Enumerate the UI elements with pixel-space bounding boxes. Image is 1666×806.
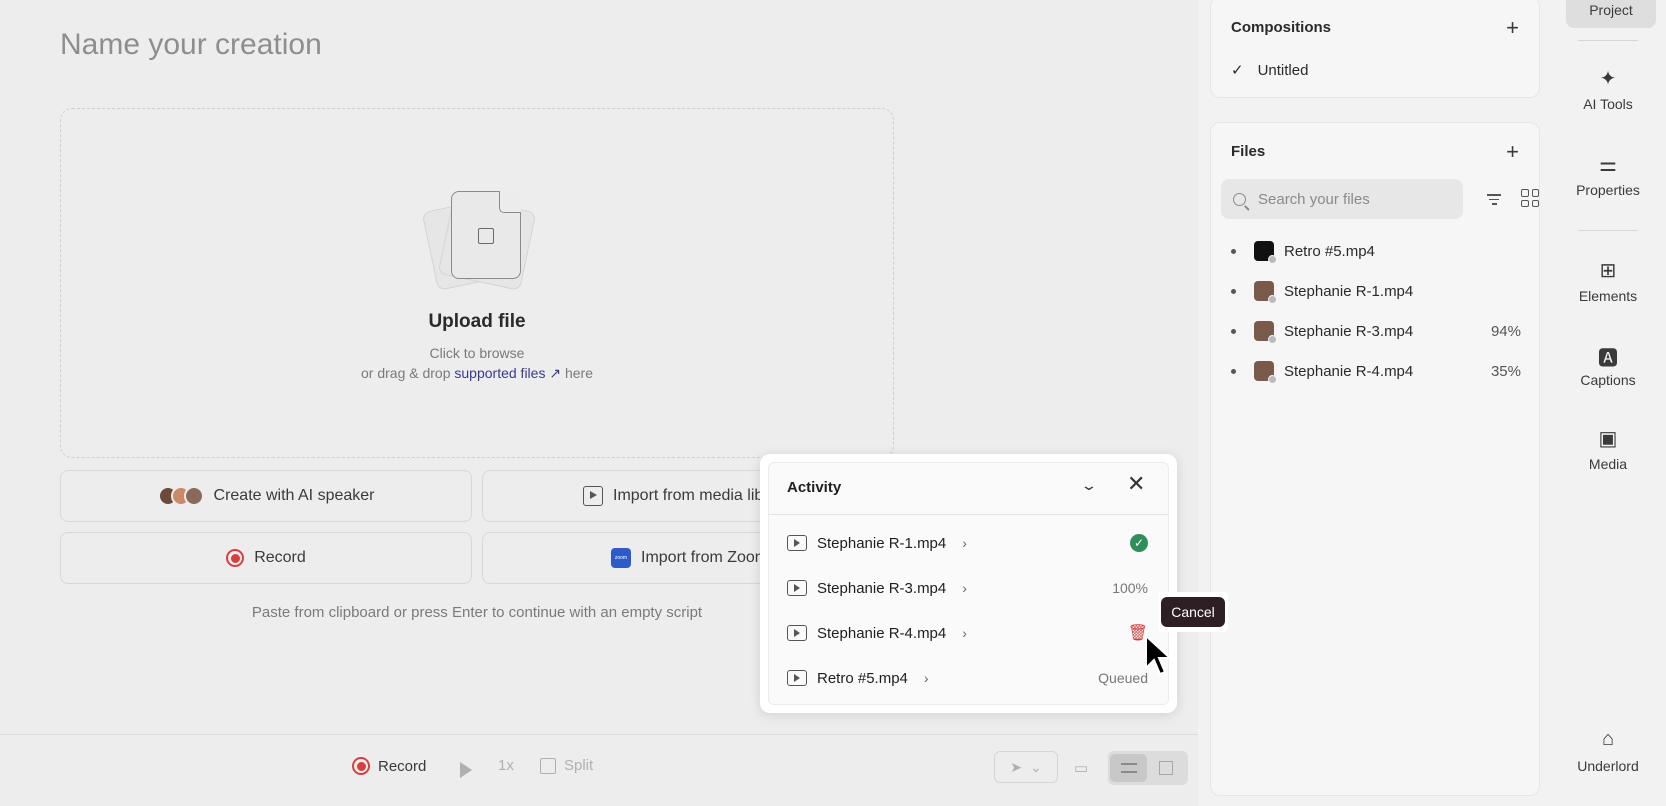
thumbnail: [1254, 281, 1277, 304]
search-icon: [1233, 192, 1246, 206]
record-button[interactable]: Record: [60, 532, 472, 584]
layout-icon[interactable]: ▭: [1074, 759, 1088, 777]
files-header: Files: [1231, 143, 1266, 160]
split-button[interactable]: Split: [540, 757, 593, 774]
upload-hint: or drag & drop supported files ↗ here: [361, 365, 593, 381]
file-item[interactable]: Stephanie R-1.mp4: [1231, 271, 1521, 311]
progress-label: 35%: [1490, 362, 1521, 380]
chevron-right-icon: ›: [962, 580, 967, 596]
success-check-icon: ✓: [1130, 534, 1148, 552]
video-icon: [787, 535, 807, 551]
supported-files-link[interactable]: supported files ↗: [454, 365, 561, 381]
file-search: [1221, 179, 1463, 219]
file-item[interactable]: Stephanie R-4.mp4 35%: [1231, 351, 1521, 391]
filter-icon[interactable]: [1487, 191, 1501, 208]
rail-properties[interactable]: ⚌ Properties: [1550, 152, 1666, 198]
media-icon: ▣: [1598, 428, 1618, 450]
thumbnail: [1254, 241, 1277, 264]
zoom-icon: zoom: [611, 548, 631, 568]
file-item[interactable]: Retro #5.mp4: [1231, 231, 1521, 271]
play-icon: [460, 762, 472, 778]
file-stack-icon: [421, 191, 537, 291]
captions-icon: 🅰: [1598, 348, 1618, 370]
speed-button[interactable]: 1x: [498, 757, 514, 774]
file-item[interactable]: Stephanie R-3.mp4 94%: [1231, 311, 1521, 351]
add-composition-button[interactable]: +: [1506, 17, 1519, 39]
chevron-right-icon: ›: [962, 625, 967, 641]
rail-captions[interactable]: 🅰 Captions: [1550, 342, 1666, 388]
composition-item[interactable]: ✓ Untitled: [1231, 61, 1308, 80]
status-label: Queued: [1098, 670, 1148, 686]
pointer-icon: ➤: [1010, 758, 1022, 775]
shapes-icon: ⊞: [1599, 260, 1617, 282]
bottom-record-button[interactable]: Record: [352, 757, 426, 775]
grid-view-icon[interactable]: [1521, 189, 1539, 207]
activity-row[interactable]: Stephanie R-4.mp4 › 🗑: [769, 611, 1168, 655]
search-input[interactable]: [1258, 190, 1448, 208]
project-tab[interactable]: Project: [1566, 0, 1656, 28]
grid-icon: [1158, 761, 1173, 775]
progress-label: 94%: [1490, 322, 1521, 340]
bottom-toolbar: Record 1x Split ➤ ⌄ ▭: [0, 734, 1198, 806]
script-view-button[interactable]: [1110, 754, 1147, 782]
files-card: Files + Retro #5.mp4 Stephanie R-1.mp4 S…: [1210, 122, 1540, 796]
import-media-library-button[interactable]: Import from media libr: [482, 470, 782, 522]
import-zoom-button[interactable]: zoom Import from Zoom: [482, 532, 782, 584]
record-icon: [352, 757, 370, 775]
view-toggle: [1108, 751, 1188, 785]
compositions-card: Compositions + ✓ Untitled: [1210, 0, 1540, 98]
activity-popover: Activity ⌄ ✕ Stephanie R-1.mp4 › ✓ Steph…: [760, 454, 1177, 713]
compositions-header: Compositions: [1231, 19, 1331, 36]
cancel-tooltip: Cancel: [1158, 592, 1228, 632]
status-label: 100%: [1112, 580, 1148, 596]
activity-header: Activity ⌄ ✕: [769, 463, 1168, 515]
video-icon: [787, 670, 807, 686]
grid-view-button[interactable]: [1147, 754, 1184, 782]
chevron-right-icon: ›: [923, 670, 929, 686]
collapse-chevron-icon[interactable]: ⌄: [1080, 477, 1098, 494]
avatars-icon: [157, 486, 204, 506]
media-library-icon: [583, 486, 603, 506]
robot-icon: ⌂: [1601, 728, 1615, 750]
rail-underlord[interactable]: ⌂ Underlord: [1550, 728, 1666, 774]
close-icon[interactable]: ✕: [1127, 473, 1145, 495]
check-icon: ✓: [1231, 62, 1244, 79]
right-panel: Compositions + ✓ Untitled Files + Retro …: [1198, 0, 1550, 806]
rail-elements[interactable]: ⊞ Elements: [1550, 258, 1666, 304]
upload-dropzone[interactable]: Upload file Click to browse or drag & dr…: [60, 108, 894, 458]
create-ai-speaker-button[interactable]: Create with AI speaker: [60, 470, 472, 522]
video-icon: [787, 580, 807, 596]
mouse-cursor-icon: [1145, 634, 1173, 676]
select-tool-dropdown[interactable]: ➤ ⌄: [994, 751, 1058, 783]
rail-media[interactable]: ▣ Media: [1550, 426, 1666, 472]
rail-ai-tools[interactable]: ✦ AI Tools: [1550, 66, 1666, 112]
record-icon: [226, 549, 245, 567]
upload-subtitle: Click to browse: [429, 345, 525, 361]
play-button[interactable]: [460, 762, 472, 778]
activity-row[interactable]: Retro #5.mp4 › Queued: [769, 656, 1168, 700]
activity-row[interactable]: Stephanie R-1.mp4 › ✓: [769, 521, 1168, 565]
thumbnail: [1254, 321, 1277, 344]
thumbnail: [1254, 361, 1277, 384]
upload-title: Upload file: [428, 311, 526, 332]
activity-panel: Activity ⌄ ✕ Stephanie R-1.mp4 › ✓ Steph…: [768, 462, 1169, 705]
add-file-button[interactable]: +: [1506, 141, 1519, 163]
activity-row[interactable]: Stephanie R-3.mp4 › 100%: [769, 566, 1168, 610]
split-icon: [540, 757, 556, 774]
chevron-right-icon: ›: [962, 535, 967, 551]
sparkle-icon: ✦: [1599, 68, 1617, 90]
chevron-down-icon: ⌄: [1030, 758, 1042, 775]
sliders-icon: ⚌: [1599, 154, 1617, 176]
creation-title-input[interactable]: Name your creation: [60, 28, 322, 62]
lines-icon: [1120, 763, 1137, 773]
tool-rail: Project ✦ AI Tools ⚌ Properties ⊞ Elemen…: [1550, 0, 1666, 806]
activity-title: Activity: [787, 479, 842, 496]
video-icon: [787, 625, 807, 641]
